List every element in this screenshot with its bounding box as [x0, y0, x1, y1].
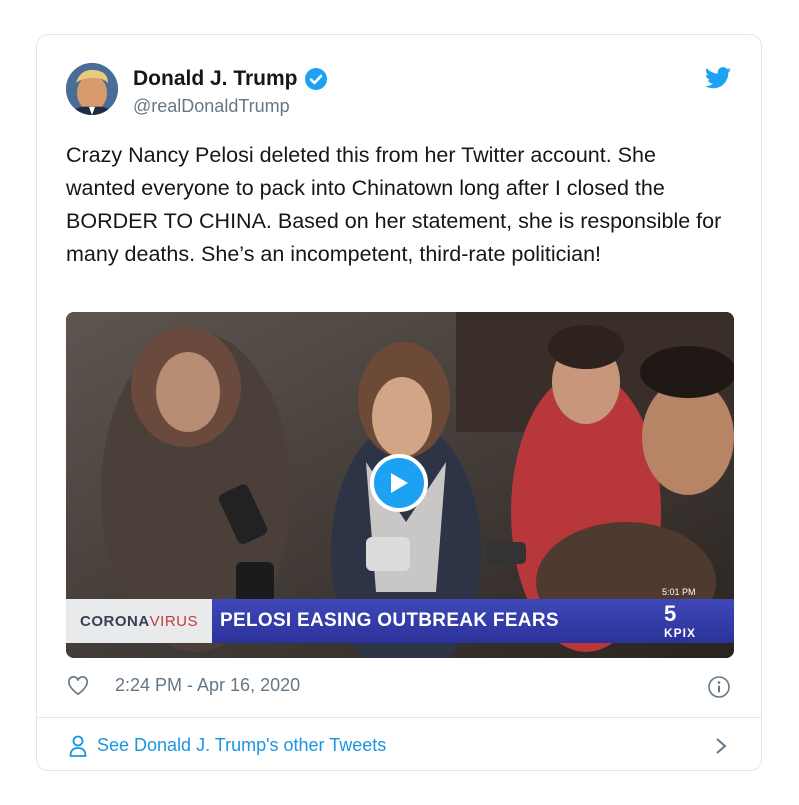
video-player[interactable]: CORONA VIRUS PELOSI EASING OUTBREAK FEARS…	[66, 312, 734, 658]
banner-prefix: CORONA	[79, 612, 150, 630]
person-icon	[69, 735, 87, 757]
banner-topic: CORONA VIRUS	[66, 599, 212, 643]
info-icon[interactable]	[707, 675, 731, 699]
author-row: Donald J. Trump	[133, 67, 328, 91]
play-button[interactable]	[370, 454, 428, 512]
author-name[interactable]: Donald J. Trump	[133, 67, 298, 91]
banner-suffix: VIRUS	[149, 612, 198, 630]
twitter-bird-icon[interactable]	[705, 67, 731, 89]
banner-headline: PELOSI EASING OUTBREAK FEARS	[212, 599, 624, 643]
see-other-tweets-label[interactable]: See Donald J. Trump's other Tweets	[97, 735, 386, 756]
station-callsign: KPIX	[664, 626, 697, 640]
tweet-card: Donald J. Trump @realDonaldTrump Crazy N…	[36, 34, 762, 771]
verified-badge-icon	[304, 68, 327, 90]
channel-number: 5	[664, 601, 677, 626]
chevron-right-icon	[716, 738, 727, 754]
heart-icon[interactable]	[67, 675, 89, 696]
broadcast-clock: 5:01 PM	[662, 587, 696, 597]
author-handle[interactable]: @realDonaldTrump	[133, 96, 290, 117]
see-other-tweets-link[interactable]: See Donald J. Trump's other Tweets	[37, 718, 761, 772]
avatar[interactable]	[66, 63, 118, 115]
play-icon	[391, 473, 408, 493]
news-lower-third: CORONA VIRUS PELOSI EASING OUTBREAK FEARS…	[66, 587, 734, 643]
station-logo: 5:01 PM 5 KPIX	[624, 587, 734, 643]
tweet-text: Crazy Nancy Pelosi deleted this from her…	[66, 143, 722, 266]
tweet-timestamp[interactable]: 2:24 PM - Apr 16, 2020	[115, 675, 300, 696]
tweet-meta: 2:24 PM - Apr 16, 2020	[67, 675, 300, 696]
